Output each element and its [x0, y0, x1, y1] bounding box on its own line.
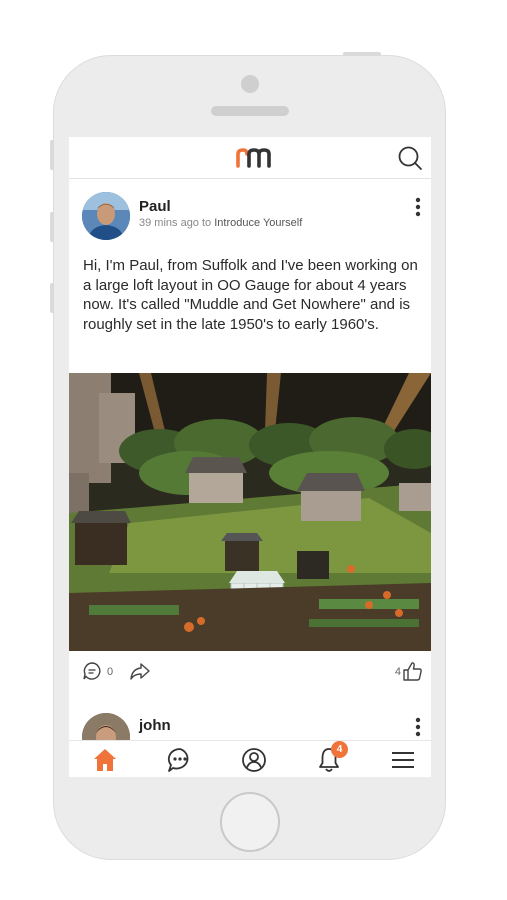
post-forum-link[interactable]: Introduce Yourself	[214, 217, 302, 229]
post-time: 39 mins ago to	[139, 217, 212, 229]
bottom-tab-bar: 4	[69, 740, 431, 777]
top-bar	[69, 137, 431, 179]
post-header: Paul 39 mins ago to Introduce Yourself	[69, 189, 431, 243]
post-actions: 0 4	[69, 657, 431, 687]
post-image[interactable]	[69, 373, 431, 651]
avatar[interactable]	[82, 192, 130, 240]
search-icon[interactable]	[397, 145, 423, 171]
earpiece-speaker	[211, 106, 289, 116]
app-screen: Paul 39 mins ago to Introduce Yourself H…	[69, 137, 431, 777]
menu-icon[interactable]	[389, 746, 417, 774]
volume-up-button	[50, 212, 54, 242]
chat-icon[interactable]	[166, 746, 194, 774]
app-logo[interactable]	[235, 146, 271, 168]
model-railway-photo	[69, 373, 431, 651]
volume-down-button	[50, 283, 54, 313]
post-author-name[interactable]: john	[139, 717, 171, 734]
more-options-icon[interactable]	[411, 715, 425, 739]
post-meta: 39 mins ago to Introduce Yourself	[139, 217, 302, 229]
comment-count: 0	[107, 666, 114, 678]
silent-switch	[50, 140, 54, 170]
avatar-photo	[82, 192, 130, 240]
post-body-text: Hi, I'm Paul, from Suffolk and I've been…	[83, 257, 418, 333]
thumbs-up-icon[interactable]	[401, 660, 423, 682]
home-hardware-button[interactable]	[220, 792, 280, 852]
post-author-name[interactable]: Paul	[139, 198, 171, 215]
home-icon[interactable]	[91, 746, 119, 774]
front-camera	[241, 75, 259, 93]
notification-badge: 4	[331, 741, 348, 758]
more-options-icon[interactable]	[411, 195, 425, 219]
comment-icon[interactable]	[82, 661, 102, 681]
profile-icon[interactable]	[240, 746, 268, 774]
power-button	[343, 52, 381, 56]
share-icon[interactable]	[129, 660, 151, 682]
